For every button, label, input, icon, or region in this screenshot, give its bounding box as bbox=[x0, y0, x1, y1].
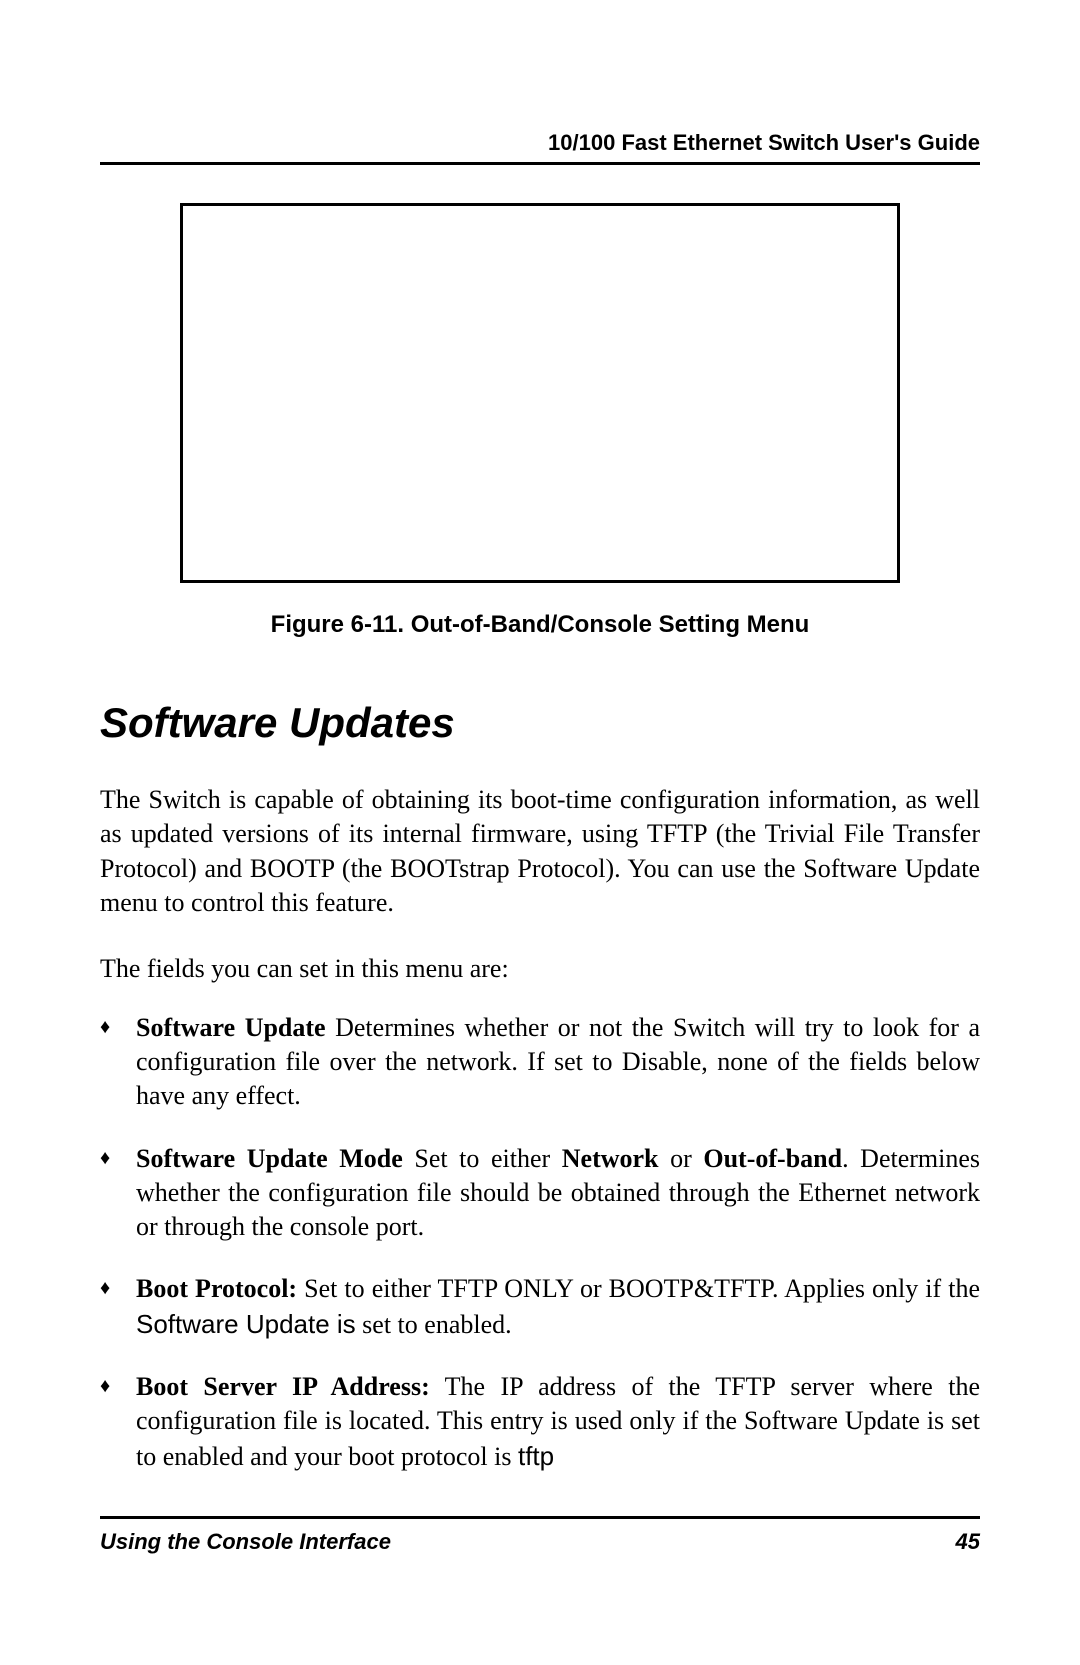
text-segment: Set to either TFTP ONLY or BOOTP&TFTP. A… bbox=[297, 1274, 980, 1303]
field-term: Boot Server IP Address: bbox=[136, 1372, 430, 1401]
field-term: Boot Protocol: bbox=[136, 1274, 297, 1303]
footer-section-label: Using the Console Interface bbox=[100, 1529, 391, 1555]
document-page: 10/100 Fast Ethernet Switch User's Guide… bbox=[0, 0, 1080, 1665]
list-item: ♦ Boot Protocol: Set to either TFTP ONLY… bbox=[100, 1272, 980, 1342]
diamond-bullet-icon: ♦ bbox=[100, 1376, 110, 1396]
field-term: Software Update Mode bbox=[136, 1144, 403, 1173]
diamond-bullet-icon: ♦ bbox=[100, 1278, 110, 1298]
header-title: 10/100 Fast Ethernet Switch User's Guide bbox=[548, 130, 980, 155]
field-term: Software Update bbox=[136, 1013, 326, 1042]
fields-intro: The fields you can set in this menu are: bbox=[100, 952, 980, 986]
inline-sans: tftp bbox=[518, 1441, 554, 1471]
list-item: ♦ Software Update Determines whether or … bbox=[100, 1011, 980, 1114]
footer-page-number: 45 bbox=[956, 1529, 980, 1555]
fields-list: ♦ Software Update Determines whether or … bbox=[100, 1011, 980, 1474]
text-segment: set to enabled. bbox=[356, 1310, 512, 1339]
inline-bold: Network bbox=[562, 1144, 659, 1173]
diamond-bullet-icon: ♦ bbox=[100, 1017, 110, 1037]
page-footer: Using the Console Interface 45 bbox=[100, 1516, 980, 1555]
intro-paragraph: The Switch is capable of obtaining its b… bbox=[100, 783, 980, 920]
inline-bold: Out-of-band bbox=[703, 1144, 842, 1173]
inline-sans: Software Update is bbox=[136, 1309, 356, 1339]
figure-placeholder-box bbox=[180, 203, 900, 583]
diamond-bullet-icon: ♦ bbox=[100, 1148, 110, 1168]
text-segment: Set to either bbox=[403, 1144, 562, 1173]
figure-caption: Figure 6-11. Out-of-Band/Console Setting… bbox=[100, 611, 980, 639]
list-item: ♦ Software Update Mode Set to either Net… bbox=[100, 1142, 980, 1245]
list-item: ♦ Boot Server IP Address: The IP address… bbox=[100, 1370, 980, 1474]
section-heading: Software Updates bbox=[100, 699, 980, 747]
text-segment: or bbox=[659, 1144, 704, 1173]
page-header: 10/100 Fast Ethernet Switch User's Guide bbox=[100, 130, 980, 165]
